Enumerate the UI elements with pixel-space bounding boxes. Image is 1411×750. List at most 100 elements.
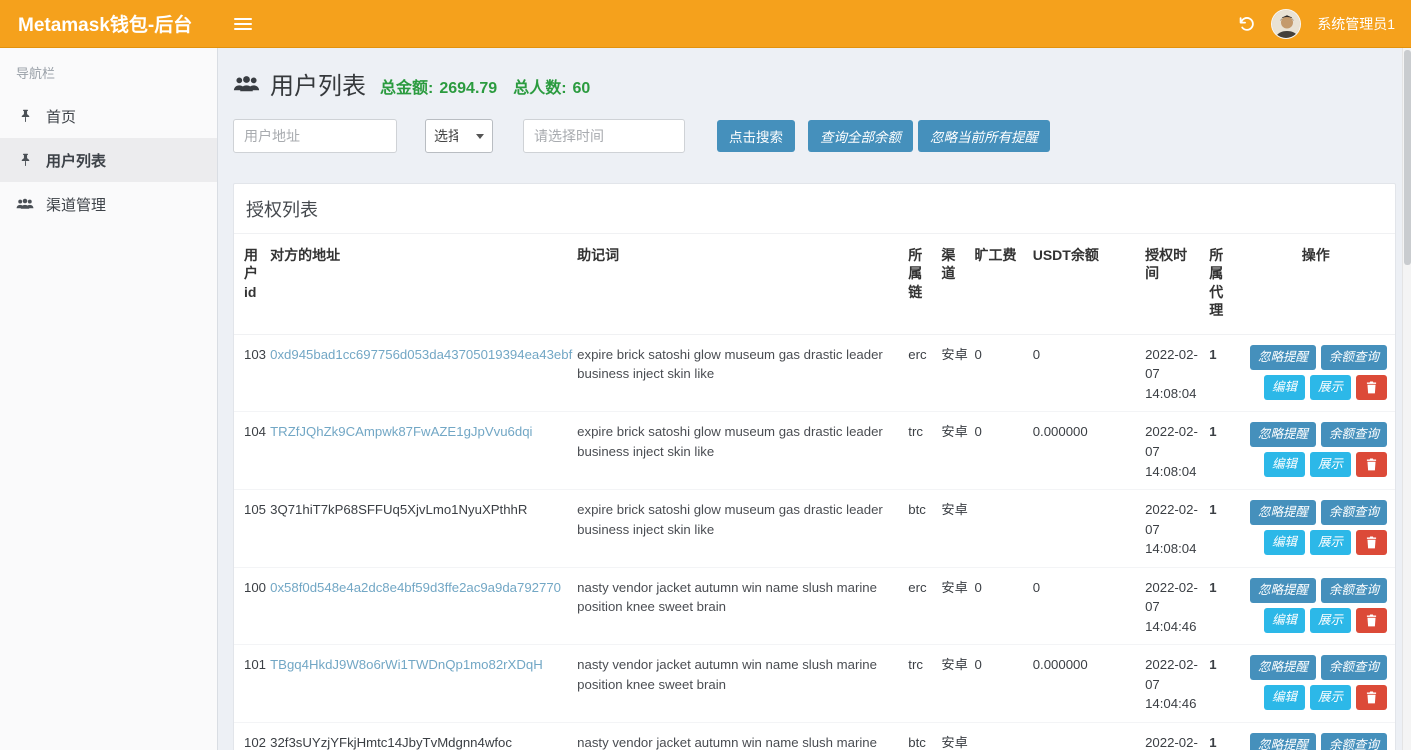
cell-operations: 忽略提醒 余额查询 编辑 展示	[1242, 412, 1395, 490]
search-button[interactable]: 点击搜索	[717, 120, 795, 152]
cell-user-id: 103	[234, 334, 270, 412]
edit-button[interactable]: 编辑	[1264, 608, 1305, 633]
trash-icon	[1366, 536, 1377, 549]
top-navbar: Metamask钱包-后台 系统管理员1	[0, 0, 1411, 48]
col-header-chain: 所属链	[908, 234, 941, 335]
table-row: 102 32f3sUYzjYFkjHmtc14JbyTvMdgnn4wfoc n…	[234, 722, 1395, 750]
scrollbar-thumb[interactable]	[1404, 50, 1411, 265]
cell-channel: 安卓	[941, 334, 974, 412]
show-button[interactable]: 展示	[1310, 608, 1351, 633]
ignore-alert-button[interactable]: 忽略提醒	[1250, 422, 1316, 447]
show-button[interactable]: 展示	[1310, 452, 1351, 477]
address-value[interactable]: TRZfJQhZk9CAmpwk87FwAZE1gJpVvu6dqi	[270, 424, 532, 439]
ignore-alert-button[interactable]: 忽略提醒	[1250, 345, 1316, 370]
cell-channel: 安卓	[941, 490, 974, 568]
ignore-alert-button[interactable]: 忽略提醒	[1250, 733, 1316, 750]
balance-query-button[interactable]: 余额查询	[1321, 500, 1387, 525]
cell-operations: 忽略提醒 余额查询 编辑 展示	[1242, 722, 1395, 750]
cell-miner-fee: 0	[975, 567, 1033, 645]
show-button[interactable]: 展示	[1310, 530, 1351, 555]
panel-title: 授权列表	[234, 184, 1395, 233]
cell-channel: 安卓	[941, 722, 974, 750]
filter-bar: 选择 点击搜索 查询全部余额 忽略当前所有提醒	[233, 119, 1396, 153]
col-header-operations: 操作	[1242, 234, 1395, 335]
balance-query-button[interactable]: 余额查询	[1321, 655, 1387, 680]
cell-miner-fee: 0	[975, 334, 1033, 412]
cell-agent: 1	[1209, 490, 1242, 568]
cell-mnemonic: expire brick satoshi glow museum gas dra…	[577, 334, 908, 412]
edit-button[interactable]: 编辑	[1264, 375, 1305, 400]
query-all-balance-button[interactable]: 查询全部余额	[808, 120, 913, 152]
cell-address: 0x58f0d548e4a2dc8e4bf59d3ffe2ac9a9da7927…	[270, 567, 577, 645]
filter-select[interactable]: 选择	[425, 119, 493, 153]
user-avatar[interactable]	[1271, 9, 1301, 39]
balance-query-button[interactable]: 余额查询	[1321, 422, 1387, 447]
cell-agent: 1	[1209, 645, 1242, 723]
hamburger-menu-icon[interactable]	[234, 18, 252, 30]
address-value[interactable]: 0xd945bad1cc697756d053da43705019394ea43e…	[270, 347, 572, 362]
cell-user-id: 101	[234, 645, 270, 723]
time-picker-input[interactable]	[523, 119, 685, 153]
delete-button[interactable]	[1356, 608, 1387, 633]
cell-channel: 安卓	[941, 567, 974, 645]
col-header-mnemonic: 助记词	[577, 234, 908, 335]
balance-query-button[interactable]: 余额查询	[1321, 733, 1387, 750]
edit-button[interactable]: 编辑	[1264, 530, 1305, 555]
delete-button[interactable]	[1356, 375, 1387, 400]
edit-button[interactable]: 编辑	[1264, 452, 1305, 477]
summary-stats: 总金额: 2694.79 总人数: 60	[380, 74, 600, 98]
balance-query-button[interactable]: 余额查询	[1321, 345, 1387, 370]
show-button[interactable]: 展示	[1310, 375, 1351, 400]
cell-operations: 忽略提醒 余额查询 编辑 展示	[1242, 645, 1395, 723]
ignore-alert-button[interactable]: 忽略提醒	[1250, 500, 1316, 525]
cell-chain: erc	[908, 567, 941, 645]
users-icon	[16, 197, 34, 211]
show-button[interactable]: 展示	[1310, 685, 1351, 710]
cell-mnemonic: expire brick satoshi glow museum gas dra…	[577, 412, 908, 490]
page-scrollbar[interactable]	[1402, 48, 1411, 750]
cell-user-id: 104	[234, 412, 270, 490]
cell-auth-time: 2022-02-07 14:08:04	[1145, 490, 1209, 568]
table-row: 103 0xd945bad1cc697756d053da43705019394e…	[234, 334, 1395, 412]
cell-miner-fee: 0	[975, 645, 1033, 723]
admin-user-label[interactable]: 系统管理员1	[1317, 14, 1395, 34]
cell-usdt-balance	[1033, 490, 1145, 568]
address-value[interactable]: TBgq4HkdJ9W8o6rWi1TWDnQp1mo82rXDqH	[270, 657, 543, 672]
address-value[interactable]: 0x58f0d548e4a2dc8e4bf59d3ffe2ac9a9da7927…	[270, 580, 561, 595]
table-row: 105 3Q71hiT7kP68SFFUq5XjvLmo1NyuXPthhR e…	[234, 490, 1395, 568]
balance-query-button[interactable]: 余额查询	[1321, 578, 1387, 603]
delete-button[interactable]	[1356, 452, 1387, 477]
cell-auth-time: 2022-02-07 14:08:04	[1145, 334, 1209, 412]
sidebar-item-label: 渠道管理	[46, 194, 106, 215]
refresh-icon[interactable]	[1237, 15, 1255, 33]
cell-mnemonic: expire brick satoshi glow museum gas dra…	[577, 490, 908, 568]
col-header-user-id: 用户id	[234, 234, 270, 335]
ignore-all-alerts-button[interactable]: 忽略当前所有提醒	[918, 120, 1050, 152]
delete-button[interactable]	[1356, 685, 1387, 710]
cell-user-id: 105	[234, 490, 270, 568]
cell-auth-time: 2022-02-07 14:08:04	[1145, 412, 1209, 490]
delete-button[interactable]	[1356, 530, 1387, 555]
users-icon	[233, 74, 260, 94]
cell-mnemonic: nasty vendor jacket autumn win name slus…	[577, 567, 908, 645]
cell-miner-fee	[975, 722, 1033, 750]
sidebar-item-channel-management[interactable]: 渠道管理	[0, 182, 217, 226]
cell-address: 0xd945bad1cc697756d053da43705019394ea43e…	[270, 334, 577, 412]
ignore-alert-button[interactable]: 忽略提醒	[1250, 655, 1316, 680]
col-header-address: 对方的地址	[270, 234, 577, 335]
cell-channel: 安卓	[941, 412, 974, 490]
cell-miner-fee: 0	[975, 412, 1033, 490]
cell-chain: btc	[908, 722, 941, 750]
total-amount-value: 2694.79	[439, 80, 497, 98]
cell-auth-time: 2022-02-07 14:04:46	[1145, 645, 1209, 723]
user-address-input[interactable]	[233, 119, 397, 153]
pin-icon	[16, 152, 34, 168]
sidebar-item-user-list[interactable]: 用户列表	[0, 138, 217, 182]
ignore-alert-button[interactable]: 忽略提醒	[1250, 578, 1316, 603]
edit-button[interactable]: 编辑	[1264, 685, 1305, 710]
total-amount-label: 总金额:	[380, 74, 433, 98]
sidebar-item-home[interactable]: 首页	[0, 94, 217, 138]
table-row: 104 TRZfJQhZk9CAmpwk87FwAZE1gJpVvu6dqi e…	[234, 412, 1395, 490]
cell-agent: 1	[1209, 567, 1242, 645]
col-header-miner-fee: 旷工费	[975, 234, 1033, 335]
